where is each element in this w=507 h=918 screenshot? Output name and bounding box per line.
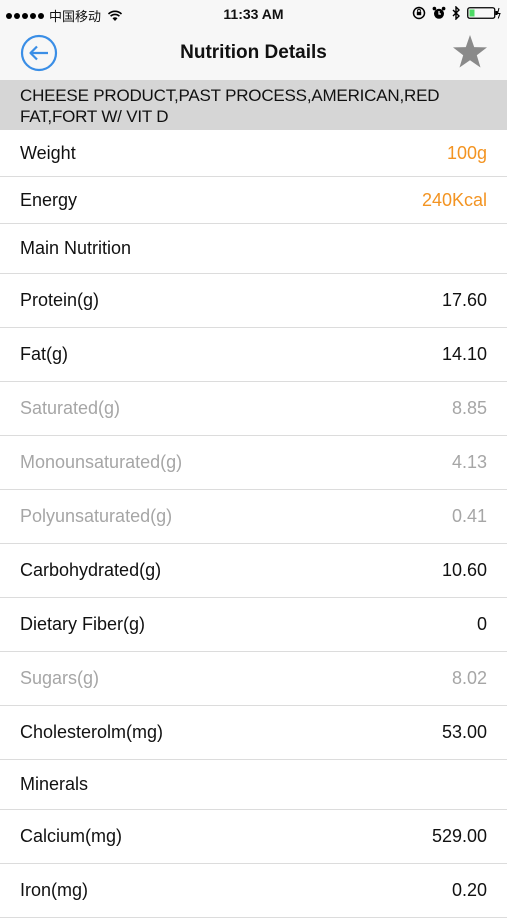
mineral-value: 529.00 — [431, 826, 487, 846]
nutrient-label: Protein(g) — [20, 290, 100, 310]
status-right — [412, 6, 501, 20]
nutrient-row-polyunsaturated: Polyunsaturated(g) 0.41 — [0, 490, 507, 544]
nutrient-value: 10.60 — [441, 560, 487, 580]
nutrient-value: 4.13 — [451, 452, 487, 472]
star-icon — [453, 35, 487, 68]
status-bar: 中国移动 11:33 AM — [0, 0, 507, 28]
section-title: Minerals — [20, 774, 89, 794]
nutrient-row-fat: Fat(g) 14.10 — [0, 328, 507, 382]
nutrient-label: Fat(g) — [20, 344, 69, 364]
section-title: Main Nutrition — [20, 238, 132, 258]
section-header-main-nutrition: Main Nutrition — [0, 224, 507, 274]
mineral-label: Iron(mg) — [20, 880, 89, 900]
energy-label: Energy — [20, 190, 78, 210]
nutrient-label: Saturated(g) — [20, 398, 121, 418]
orientation-lock-icon — [412, 6, 426, 20]
nutrient-value: 0.41 — [451, 506, 487, 526]
nutrient-row-monounsaturated: Monounsaturated(g) 4.13 — [0, 436, 507, 490]
nutrient-label: Carbohydrated(g) — [20, 560, 162, 580]
energy-row: Energy 240Kcal — [0, 177, 507, 224]
nutrient-row-carbohydrated: Carbohydrated(g) 10.60 — [0, 544, 507, 598]
mineral-row-iron: Iron(mg) 0.20 — [0, 864, 507, 918]
navigation-bar: Nutrition Details — [0, 28, 507, 80]
favorite-button[interactable] — [451, 33, 489, 71]
nutrient-label: Monounsaturated(g) — [20, 452, 183, 472]
mineral-label: Calcium(mg) — [20, 826, 123, 846]
section-header-minerals: Minerals — [0, 760, 507, 810]
weight-row: Weight 100g — [0, 130, 507, 177]
alarm-icon — [432, 6, 446, 19]
nutrient-row-saturated: Saturated(g) 8.85 — [0, 382, 507, 436]
energy-value: 240Kcal — [421, 190, 487, 210]
nutrient-label: Polyunsaturated(g) — [20, 506, 173, 526]
battery-icon — [467, 7, 501, 19]
nutrient-label: Cholesterolm(mg) — [20, 722, 164, 742]
food-name-header: CHEESE PRODUCT,PAST PROCESS,AMERICAN,RED… — [0, 80, 507, 130]
nutrient-value: 53.00 — [441, 722, 487, 742]
nutrient-value: 8.85 — [451, 398, 487, 418]
nutrient-value: 14.10 — [441, 344, 487, 364]
nutrient-row-cholesterol: Cholesterolm(mg) 53.00 — [0, 706, 507, 760]
nutrient-row-sugars: Sugars(g) 8.02 — [0, 652, 507, 706]
nutrient-value: 8.02 — [451, 668, 487, 688]
nutrition-list: Weight 100g Energy 240Kcal Main Nutritio… — [0, 130, 507, 918]
weight-value: 100g — [446, 143, 487, 163]
weight-label: Weight — [20, 143, 76, 163]
mineral-row-calcium: Calcium(mg) 529.00 — [0, 810, 507, 864]
nutrient-label: Dietary Fiber(g) — [20, 614, 146, 634]
nutrient-value: 17.60 — [441, 290, 487, 310]
nutrient-label: Sugars(g) — [20, 668, 100, 688]
page-title: Nutrition Details — [180, 42, 327, 63]
nutrient-value: 0 — [476, 614, 487, 634]
nutrient-row-dietary-fiber: Dietary Fiber(g) 0 — [0, 598, 507, 652]
bluetooth-icon — [452, 6, 460, 20]
nutrient-row-protein: Protein(g) 17.60 — [0, 274, 507, 328]
mineral-value: 0.20 — [451, 880, 487, 900]
